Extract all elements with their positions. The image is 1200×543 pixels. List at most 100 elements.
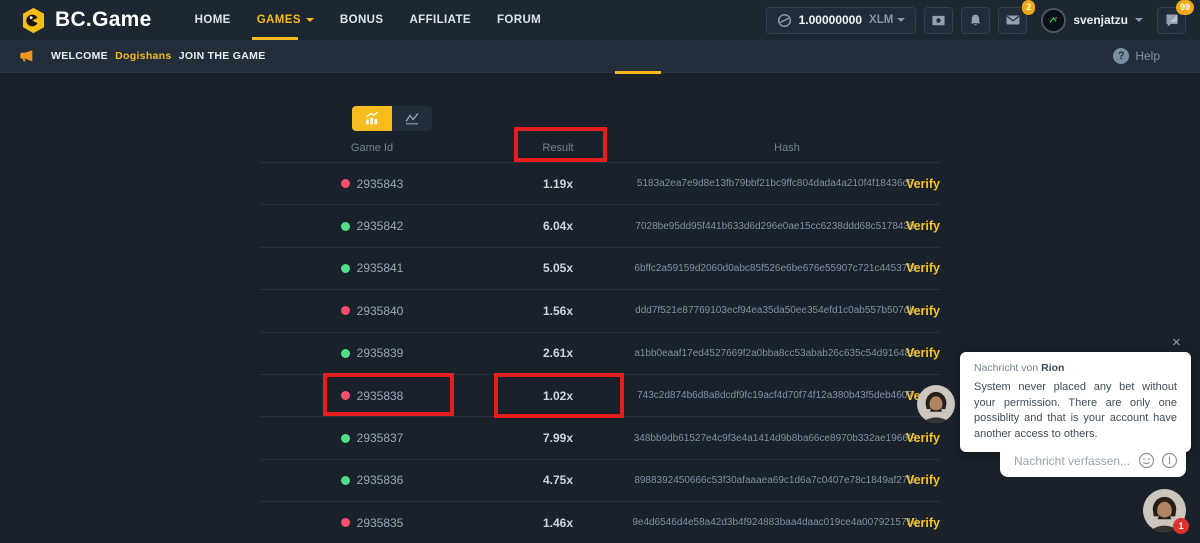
sender-name: Rion xyxy=(1041,362,1064,374)
game-hash: 743c2d874b6d8a8dcdf9fc19acf4d70f74f12a38… xyxy=(637,390,913,401)
game-id[interactable]: 2935841 xyxy=(357,261,404,275)
verify-button[interactable]: Verify xyxy=(906,304,940,318)
announcement-bar: WELCOME Dogishans JOIN THE GAME ? Help xyxy=(0,40,1200,73)
username: svenjatzu xyxy=(1073,13,1128,27)
header-right: 1.00000000 XLM xyxy=(766,7,1186,34)
chat-button[interactable]: 99 xyxy=(1157,7,1186,34)
user-menu[interactable]: svenjatzu xyxy=(1041,8,1143,33)
verify-button[interactable]: Verify xyxy=(906,516,940,530)
game-history-row: 2935839 2.61x a1bb0eaaf17ed4527669f2a0bb… xyxy=(260,333,940,375)
chat-message-from: Nachricht von Rion xyxy=(974,362,1177,374)
game-hash: 8988392450666c53f30afaaaea69c1d6a7c0407e… xyxy=(634,475,915,486)
balance-selector[interactable]: 1.00000000 XLM xyxy=(766,7,917,34)
game-result: 4.75x xyxy=(543,473,573,487)
game-result: 1.56x xyxy=(543,304,573,318)
chat-input-bar xyxy=(1000,444,1186,477)
main-nav: HOME GAMES BONUS AFFILIATE FORUM xyxy=(182,0,555,40)
column-header-hash: Hash xyxy=(750,142,800,154)
notifications-button[interactable] xyxy=(961,7,990,34)
chat-launcher-avatar[interactable]: 1 xyxy=(1143,489,1186,532)
messages-button[interactable]: 2 xyxy=(998,7,1027,34)
game-id-cell: 2935839 xyxy=(317,346,404,360)
vault-icon xyxy=(931,13,946,28)
balance-currency: XLM xyxy=(869,14,905,26)
question-icon: ? xyxy=(1113,48,1129,64)
chevron-down-icon xyxy=(897,18,905,22)
game-result: 7.99x xyxy=(543,431,573,445)
game-hash: a1bb0eaaf17ed4527669f2a0bba8cc53abab26c6… xyxy=(634,348,915,359)
column-header-game-id: Game Id xyxy=(327,142,393,154)
status-dot xyxy=(341,434,350,443)
verify-button[interactable]: Verify xyxy=(906,346,940,360)
game-result: 2.61x xyxy=(543,346,573,360)
help-button[interactable]: ? Help xyxy=(1113,48,1160,64)
game-history-row: 2935835 1.46x 9e4d6546d4e58a42d3b4f92488… xyxy=(260,502,940,543)
game-id-cell: 2935840 xyxy=(317,304,404,318)
verify-button[interactable]: Verify xyxy=(906,261,940,275)
annotation-box-result-2935838 xyxy=(494,373,624,418)
person-photo-icon xyxy=(917,385,955,423)
bcgame-logo-icon xyxy=(20,7,47,34)
verify-button[interactable]: Verify xyxy=(906,473,940,487)
xlm-coin-icon xyxy=(777,13,792,28)
table-view-button[interactable] xyxy=(352,106,392,131)
chat-popup-close-button[interactable]: × xyxy=(1172,334,1181,351)
chat-sender-avatar[interactable] xyxy=(917,385,955,423)
game-hash: ddd7f521e87769103ecf94ea35da50ee354efd1c… xyxy=(635,305,915,316)
chat-message-text: System never placed any bet without your… xyxy=(974,380,1177,442)
game-hash: 348bb9db61527e4c9f3e4a1414d9b8ba66ce8970… xyxy=(634,433,917,444)
user-avatar xyxy=(1041,8,1066,33)
nav-home[interactable]: HOME xyxy=(182,0,244,40)
verify-button[interactable]: Verify xyxy=(906,219,940,233)
status-dot xyxy=(341,349,350,358)
help-label: Help xyxy=(1135,49,1160,63)
nav-bonus[interactable]: BONUS xyxy=(327,0,397,40)
balance-amount: 1.00000000 xyxy=(799,13,862,27)
chevron-down-icon xyxy=(306,18,314,22)
verify-button[interactable]: Verify xyxy=(906,431,940,445)
announcement-suffix: JOIN THE GAME xyxy=(179,50,266,62)
game-id[interactable]: 2935836 xyxy=(357,473,404,487)
bar-chart-icon xyxy=(364,111,380,126)
game-hash: 5183a2ea7e9d8e13fb79bbf21bc9ffc804dada4a… xyxy=(637,178,913,189)
chat-launcher-badge: 1 xyxy=(1173,518,1189,534)
status-dot xyxy=(341,222,350,231)
game-id[interactable]: 2935835 xyxy=(357,516,404,530)
nav-games[interactable]: GAMES xyxy=(244,0,327,40)
megaphone-icon xyxy=(18,48,35,64)
game-history-row: 2935843 1.19x 5183a2ea7e9d8e13fb79bbf21b… xyxy=(260,163,940,205)
game-id[interactable]: 2935839 xyxy=(357,346,404,360)
nav-forum[interactable]: FORUM xyxy=(484,0,554,40)
game-id-cell: 2935835 xyxy=(317,516,404,530)
chevron-down-icon xyxy=(1135,18,1143,22)
announcement-highlight[interactable]: Dogishans xyxy=(115,50,171,62)
game-history-row: 2935842 6.04x 7028be95dd95f441b633d6d296… xyxy=(260,205,940,247)
game-result: 5.05x xyxy=(543,261,573,275)
chat-badge: 99 xyxy=(1176,0,1194,15)
brand[interactable]: BC.Game xyxy=(20,7,152,34)
game-id[interactable]: 2935837 xyxy=(357,431,404,445)
trend-view-button[interactable] xyxy=(392,106,432,131)
vault-button[interactable] xyxy=(924,7,953,34)
attachment-icon[interactable] xyxy=(1160,452,1178,470)
verify-button[interactable]: Verify xyxy=(906,177,940,191)
active-tab-indicator xyxy=(615,71,661,74)
nav-affiliate[interactable]: AFFILIATE xyxy=(396,0,484,40)
status-dot xyxy=(341,264,350,273)
game-id[interactable]: 2935840 xyxy=(357,304,404,318)
announcement-text: WELCOME Dogishans JOIN THE GAME xyxy=(51,50,266,62)
emoji-icon[interactable] xyxy=(1137,452,1155,470)
announcement-prefix: WELCOME xyxy=(51,50,108,62)
game-hash: 7028be95dd95f441b633d6d296e0ae15cc6238dd… xyxy=(635,221,914,232)
chat-message-popup: Nachricht von Rion System never placed a… xyxy=(960,352,1191,452)
game-id[interactable]: 2935842 xyxy=(357,219,404,233)
status-dot xyxy=(341,476,350,485)
nav-games-label: GAMES xyxy=(257,14,301,26)
game-hash: 9e4d6546d4e58a42d3b4f924883baa4daac019ce… xyxy=(632,517,917,528)
top-navigation-bar: BC.Game HOME GAMES BONUS AFFILIATE FORUM… xyxy=(0,0,1200,40)
status-dot xyxy=(341,518,350,527)
view-toggle xyxy=(352,106,432,131)
messages-badge: 2 xyxy=(1022,0,1035,15)
game-id[interactable]: 2935843 xyxy=(357,177,404,191)
chat-message-input[interactable] xyxy=(1012,453,1132,469)
